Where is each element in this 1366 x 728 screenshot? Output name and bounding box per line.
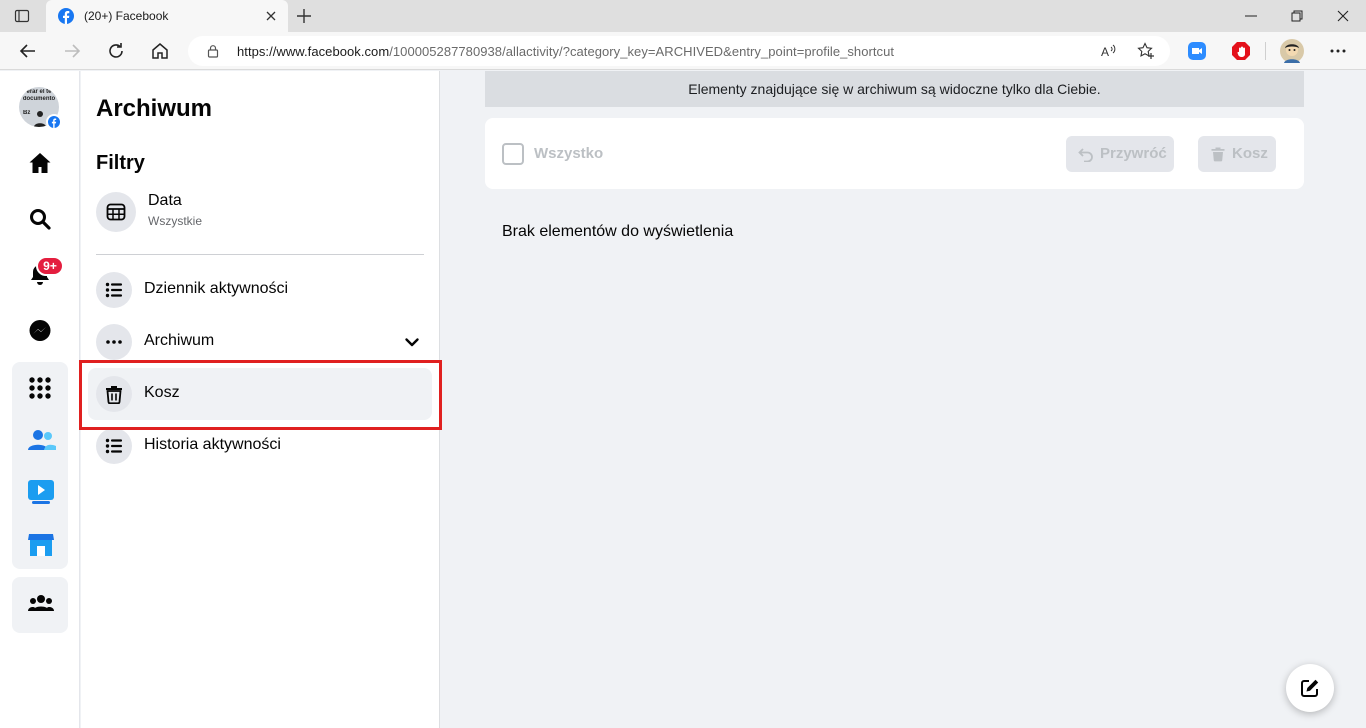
archive-info-bar: Elementy znajdujące się w archiwum są wi… xyxy=(485,71,1304,107)
new-message-button[interactable] xyxy=(1286,664,1334,712)
forward-icon[interactable] xyxy=(62,41,82,61)
facebook-favicon-icon xyxy=(58,8,74,24)
browser-tab[interactable]: (20+) Facebook xyxy=(46,0,288,32)
groups-nav[interactable] xyxy=(12,579,68,627)
toolbar-separator xyxy=(1265,42,1266,60)
select-all-checkbox[interactable] xyxy=(502,143,524,165)
url-path: /100005287780938/allactivity/?category_k… xyxy=(389,44,895,59)
list-icon-circle xyxy=(96,428,132,464)
compose-icon xyxy=(1301,679,1319,697)
more-options-icon[interactable] xyxy=(1328,41,1348,61)
menu-nav[interactable] xyxy=(12,364,68,412)
home-browser-icon[interactable] xyxy=(150,41,170,61)
restore-button[interactable]: Przywróć xyxy=(1066,136,1174,172)
list-icon-circle xyxy=(96,272,132,308)
select-all-label[interactable]: Wszystko xyxy=(534,145,603,162)
restore-button-label: Przywróć xyxy=(1100,145,1167,162)
home-icon xyxy=(29,153,51,173)
undo-icon xyxy=(1078,148,1093,162)
profile-avatar-icon[interactable] xyxy=(1280,39,1304,63)
date-filter-value: Wszystkie xyxy=(148,214,202,228)
facebook-left-rail: erar el te documento Bz 9+ xyxy=(0,71,80,728)
marketplace-icon xyxy=(28,534,54,556)
tab-actions-icon[interactable] xyxy=(14,8,30,24)
nav-item-label: Historia aktywności xyxy=(144,436,281,453)
read-aloud-icon[interactable]: A xyxy=(1100,42,1118,60)
url-text[interactable]: https://www.facebook.com/100005287780938… xyxy=(237,44,894,59)
activity-filters-panel: Archiwum Filtry Data Wszystkie Dziennik … xyxy=(81,71,440,728)
facebook-badge-icon xyxy=(46,114,62,130)
groups-icon xyxy=(28,595,54,611)
bulk-actions-card: Wszystko Przywróć Kosz xyxy=(485,118,1304,189)
avatar-text-line: documento xyxy=(22,96,56,102)
list-icon xyxy=(105,438,122,454)
lock-icon[interactable] xyxy=(206,44,220,58)
add-favorite-icon[interactable] xyxy=(1137,42,1155,60)
minimize-icon[interactable] xyxy=(1243,8,1259,24)
empty-state-message: Brak elementów do wyświetlenia xyxy=(502,223,734,240)
trash-button[interactable]: Kosz xyxy=(1198,136,1276,172)
url-host: https://www.facebook.com xyxy=(237,44,390,59)
home-nav[interactable] xyxy=(12,139,68,187)
back-icon[interactable] xyxy=(18,41,38,61)
adblock-extension-icon[interactable] xyxy=(1231,41,1251,61)
avatar-text-line: erar el te xyxy=(26,89,52,95)
zoom-extension-icon[interactable] xyxy=(1187,41,1207,61)
trash-button-label: Kosz xyxy=(1232,145,1268,162)
nav-item-label: Archiwum xyxy=(144,332,215,349)
page-title: Archiwum xyxy=(96,95,213,122)
refresh-icon[interactable] xyxy=(106,41,126,61)
date-filter[interactable]: Data Wszystkie xyxy=(96,190,426,232)
tab-title: (20+) Facebook xyxy=(84,9,169,23)
filters-divider xyxy=(96,254,424,255)
notifications-badge: 9+ xyxy=(36,256,64,276)
messenger-icon xyxy=(29,320,51,341)
nav-archive[interactable]: Archiwum xyxy=(88,316,432,368)
marketplace-nav[interactable] xyxy=(12,520,68,568)
page-scrollbar[interactable] xyxy=(1352,71,1366,728)
nav-item-label: Dziennik aktywności xyxy=(144,280,289,297)
nav-item-label: Kosz xyxy=(144,384,180,401)
restore-window-icon[interactable] xyxy=(1289,8,1305,24)
nav-activity-log[interactable]: Dziennik aktywności xyxy=(88,264,432,316)
messenger-nav[interactable] xyxy=(12,307,68,355)
friends-icon xyxy=(28,430,56,450)
trash-icon xyxy=(106,386,122,404)
more-icon-circle xyxy=(96,324,132,360)
date-filter-label: Data xyxy=(148,192,182,209)
friends-nav[interactable] xyxy=(12,416,68,464)
browser-toolbar: https://www.facebook.com/100005287780938… xyxy=(0,32,1366,70)
nav-activity-history[interactable]: Historia aktywności xyxy=(88,420,432,472)
nav-trash[interactable]: Kosz xyxy=(88,368,432,420)
svg-text:A: A xyxy=(1101,45,1109,59)
close-tab-icon[interactable] xyxy=(264,9,278,23)
chevron-down-icon[interactable] xyxy=(404,334,420,350)
trash-icon-circle xyxy=(96,376,132,412)
menu-grid-icon xyxy=(29,377,51,399)
watch-icon xyxy=(28,480,54,504)
search-icon xyxy=(30,209,51,230)
more-dots-icon xyxy=(106,340,122,344)
list-icon xyxy=(105,282,122,298)
address-bar[interactable]: https://www.facebook.com/100005287780938… xyxy=(188,36,1170,66)
watch-nav[interactable] xyxy=(12,468,68,516)
calendar-icon-circle xyxy=(96,192,136,232)
trash-icon xyxy=(1211,147,1225,162)
search-nav[interactable] xyxy=(12,195,68,243)
archive-info-text: Elementy znajdujące się w archiwum są wi… xyxy=(688,81,1101,97)
close-window-icon[interactable] xyxy=(1335,8,1351,24)
calendar-icon xyxy=(106,203,126,221)
new-tab-icon[interactable] xyxy=(295,7,313,25)
browser-tab-bar: (20+) Facebook xyxy=(0,0,1366,32)
filters-heading: Filtry xyxy=(96,152,145,174)
